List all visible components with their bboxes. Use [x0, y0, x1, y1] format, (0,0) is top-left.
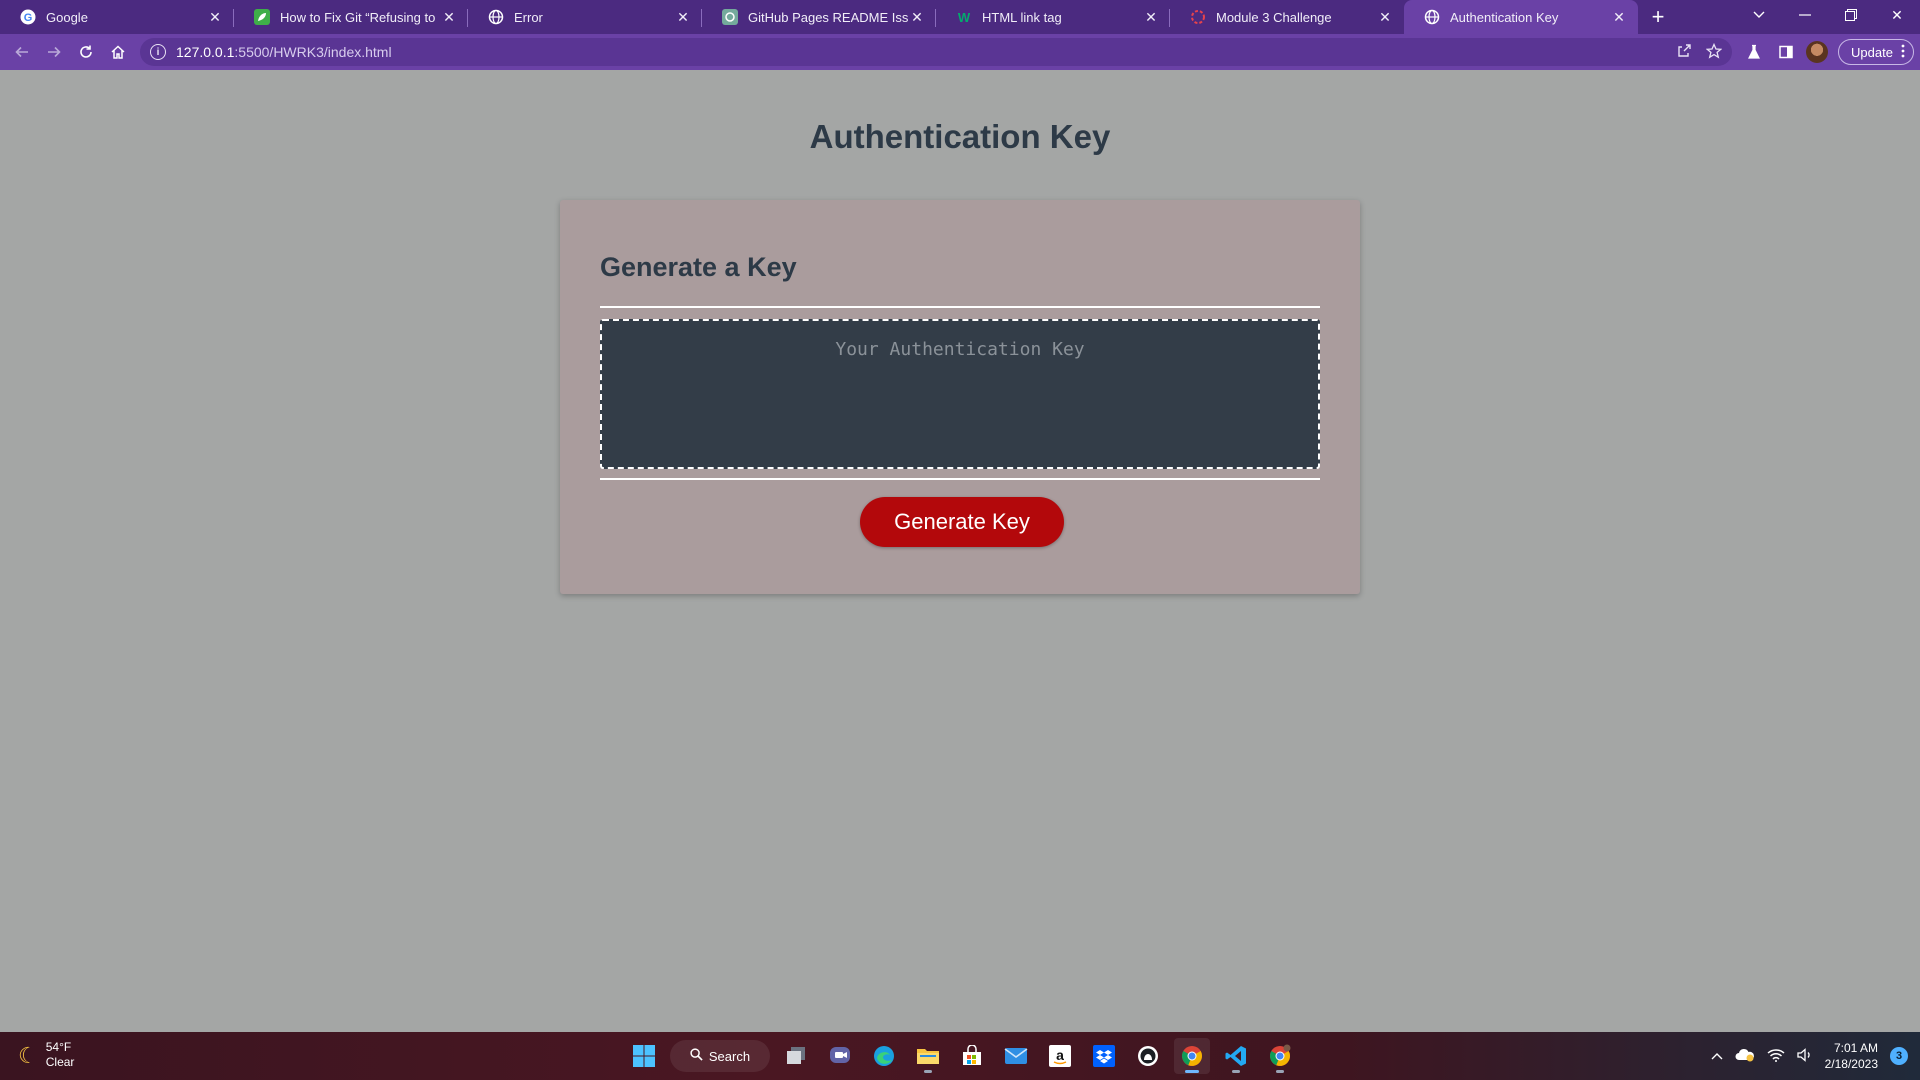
tab-error[interactable]: Error ✕	[468, 0, 702, 34]
tab-close-icon[interactable]: ✕	[440, 8, 458, 26]
tab-close-icon[interactable]: ✕	[908, 8, 926, 26]
google-icon: G	[20, 9, 36, 25]
browser-toolbar: i 127.0.0.1:5500/HWRK3/index.html Update	[0, 34, 1920, 70]
authentication-key-textarea[interactable]	[600, 319, 1320, 469]
moon-icon: ☾	[18, 1042, 38, 1068]
tab-close-icon[interactable]: ✕	[1142, 8, 1160, 26]
task-view-icon[interactable]	[778, 1038, 814, 1074]
svg-text:W: W	[958, 10, 971, 25]
window-controls: ✕	[1736, 0, 1920, 30]
openai-icon	[722, 9, 738, 25]
dropbox-icon[interactable]	[1086, 1038, 1122, 1074]
tab-close-icon[interactable]: ✕	[206, 8, 224, 26]
restore-icon[interactable]	[1828, 0, 1874, 30]
tab-title: GitHub Pages README Issue.	[748, 9, 908, 25]
url-host: 127.0.0.1	[176, 44, 235, 60]
home-icon[interactable]	[102, 36, 134, 68]
onedrive-icon[interactable]	[1735, 1048, 1755, 1065]
search-label: Search	[708, 1048, 751, 1064]
tab-strip: G Google ✕ How to Fix Git “Refusing to M…	[0, 0, 1920, 34]
labs-flask-icon[interactable]	[1738, 36, 1770, 68]
vscode-icon[interactable]	[1218, 1038, 1254, 1074]
address-bar[interactable]: i 127.0.0.1:5500/HWRK3/index.html	[140, 38, 1732, 66]
tab-authentication-key[interactable]: Authentication Key ✕	[1404, 0, 1638, 34]
bookmark-star-icon[interactable]	[1705, 42, 1723, 62]
generate-key-button[interactable]: Generate Key	[860, 497, 1064, 547]
notification-badge[interactable]: 3	[1890, 1047, 1908, 1065]
globe-icon	[1424, 9, 1440, 25]
forward-arrow-icon[interactable]	[38, 36, 70, 68]
tab-search-chevron-icon[interactable]	[1736, 0, 1782, 30]
taskbar-clock[interactable]: 7:01 AM 2/18/2023	[1825, 1040, 1878, 1072]
minimize-icon[interactable]	[1782, 0, 1828, 30]
weather-widget[interactable]: ☾ 54°F Clear	[18, 1040, 74, 1070]
tab-module-3[interactable]: Module 3 Challenge ✕	[1170, 0, 1404, 34]
tab-title: HTML link tag	[982, 9, 1062, 25]
svg-text:a: a	[1056, 1047, 1064, 1063]
tab-close-icon[interactable]: ✕	[674, 8, 692, 26]
loading-ring-icon	[1190, 9, 1206, 25]
teams-chat-icon[interactable]	[822, 1038, 858, 1074]
weather-condition: Clear	[45, 1055, 75, 1069]
tab-title: Authentication Key	[1450, 9, 1559, 25]
system-tray: 7:01 AM 2/18/2023 3	[1711, 1032, 1908, 1080]
card-divider-top	[600, 306, 1320, 308]
search-icon	[690, 1048, 703, 1064]
file-explorer-icon[interactable]	[910, 1038, 946, 1074]
tab-github-pages[interactable]: GitHub Pages README Issue. ✕	[702, 0, 936, 34]
profile-avatar[interactable]	[1806, 41, 1828, 63]
close-window-icon[interactable]: ✕	[1874, 0, 1920, 30]
leaf-icon	[254, 9, 270, 25]
page-title: Authentication Key	[809, 118, 1111, 155]
card-divider-bottom	[600, 478, 1320, 480]
tray-chevron-up-icon[interactable]	[1711, 1049, 1723, 1063]
tab-git-merge[interactable]: How to Fix Git “Refusing to Merge ✕	[234, 0, 468, 34]
clock-time: 7:01 AM	[1833, 1041, 1878, 1055]
kebab-menu-icon	[1901, 44, 1905, 61]
generator-card: Generate a Key Generate Key	[560, 200, 1360, 594]
globe-icon	[488, 9, 504, 25]
card-header: Generate a Key	[600, 252, 797, 282]
share-icon[interactable]	[1676, 43, 1692, 62]
tab-title: Error	[514, 9, 543, 25]
tab-google[interactable]: G Google ✕	[0, 0, 234, 34]
tab-close-icon[interactable]: ✕	[1376, 8, 1394, 26]
update-label: Update	[1851, 44, 1893, 60]
tab-title: Google	[46, 9, 88, 25]
url-path: :5500/HWRK3/index.html	[234, 44, 392, 60]
svg-text:G: G	[24, 12, 33, 24]
windows-start-icon[interactable]	[626, 1038, 662, 1074]
edge-browser-icon[interactable]	[866, 1038, 902, 1074]
reload-icon[interactable]	[70, 36, 102, 68]
tab-title: How to Fix Git “Refusing to Merge	[280, 9, 440, 25]
tab-html-link-tag[interactable]: W HTML link tag ✕	[936, 0, 1170, 34]
new-tab-plus-icon[interactable]: +	[1638, 0, 1678, 34]
back-arrow-icon[interactable]	[6, 36, 38, 68]
taskbar-search[interactable]: Search	[670, 1040, 770, 1072]
chrome-icon[interactable]	[1174, 1038, 1210, 1074]
amazon-icon[interactable]: a	[1042, 1038, 1078, 1074]
w3schools-icon: W	[956, 9, 972, 25]
taskbar-apps: Search a	[626, 1036, 1298, 1076]
side-panel-icon[interactable]	[1770, 36, 1802, 68]
tab-title: Module 3 Challenge	[1216, 9, 1332, 25]
github-desktop-icon[interactable]	[1130, 1038, 1166, 1074]
update-button[interactable]: Update	[1838, 39, 1914, 65]
weather-temp: 54°F	[45, 1040, 72, 1054]
taskbar: ☾ 54°F Clear Search a 7:01 AM 2/18/2023 …	[0, 1032, 1920, 1080]
wifi-icon[interactable]	[1767, 1048, 1785, 1065]
clock-date: 2/18/2023	[1824, 1057, 1878, 1071]
chrome-profile-icon[interactable]	[1262, 1038, 1298, 1074]
mail-icon[interactable]	[998, 1038, 1034, 1074]
tab-close-icon[interactable]: ✕	[1610, 8, 1628, 26]
site-info-icon[interactable]: i	[150, 44, 166, 60]
microsoft-store-icon[interactable]	[954, 1038, 990, 1074]
volume-icon[interactable]	[1796, 1047, 1813, 1065]
